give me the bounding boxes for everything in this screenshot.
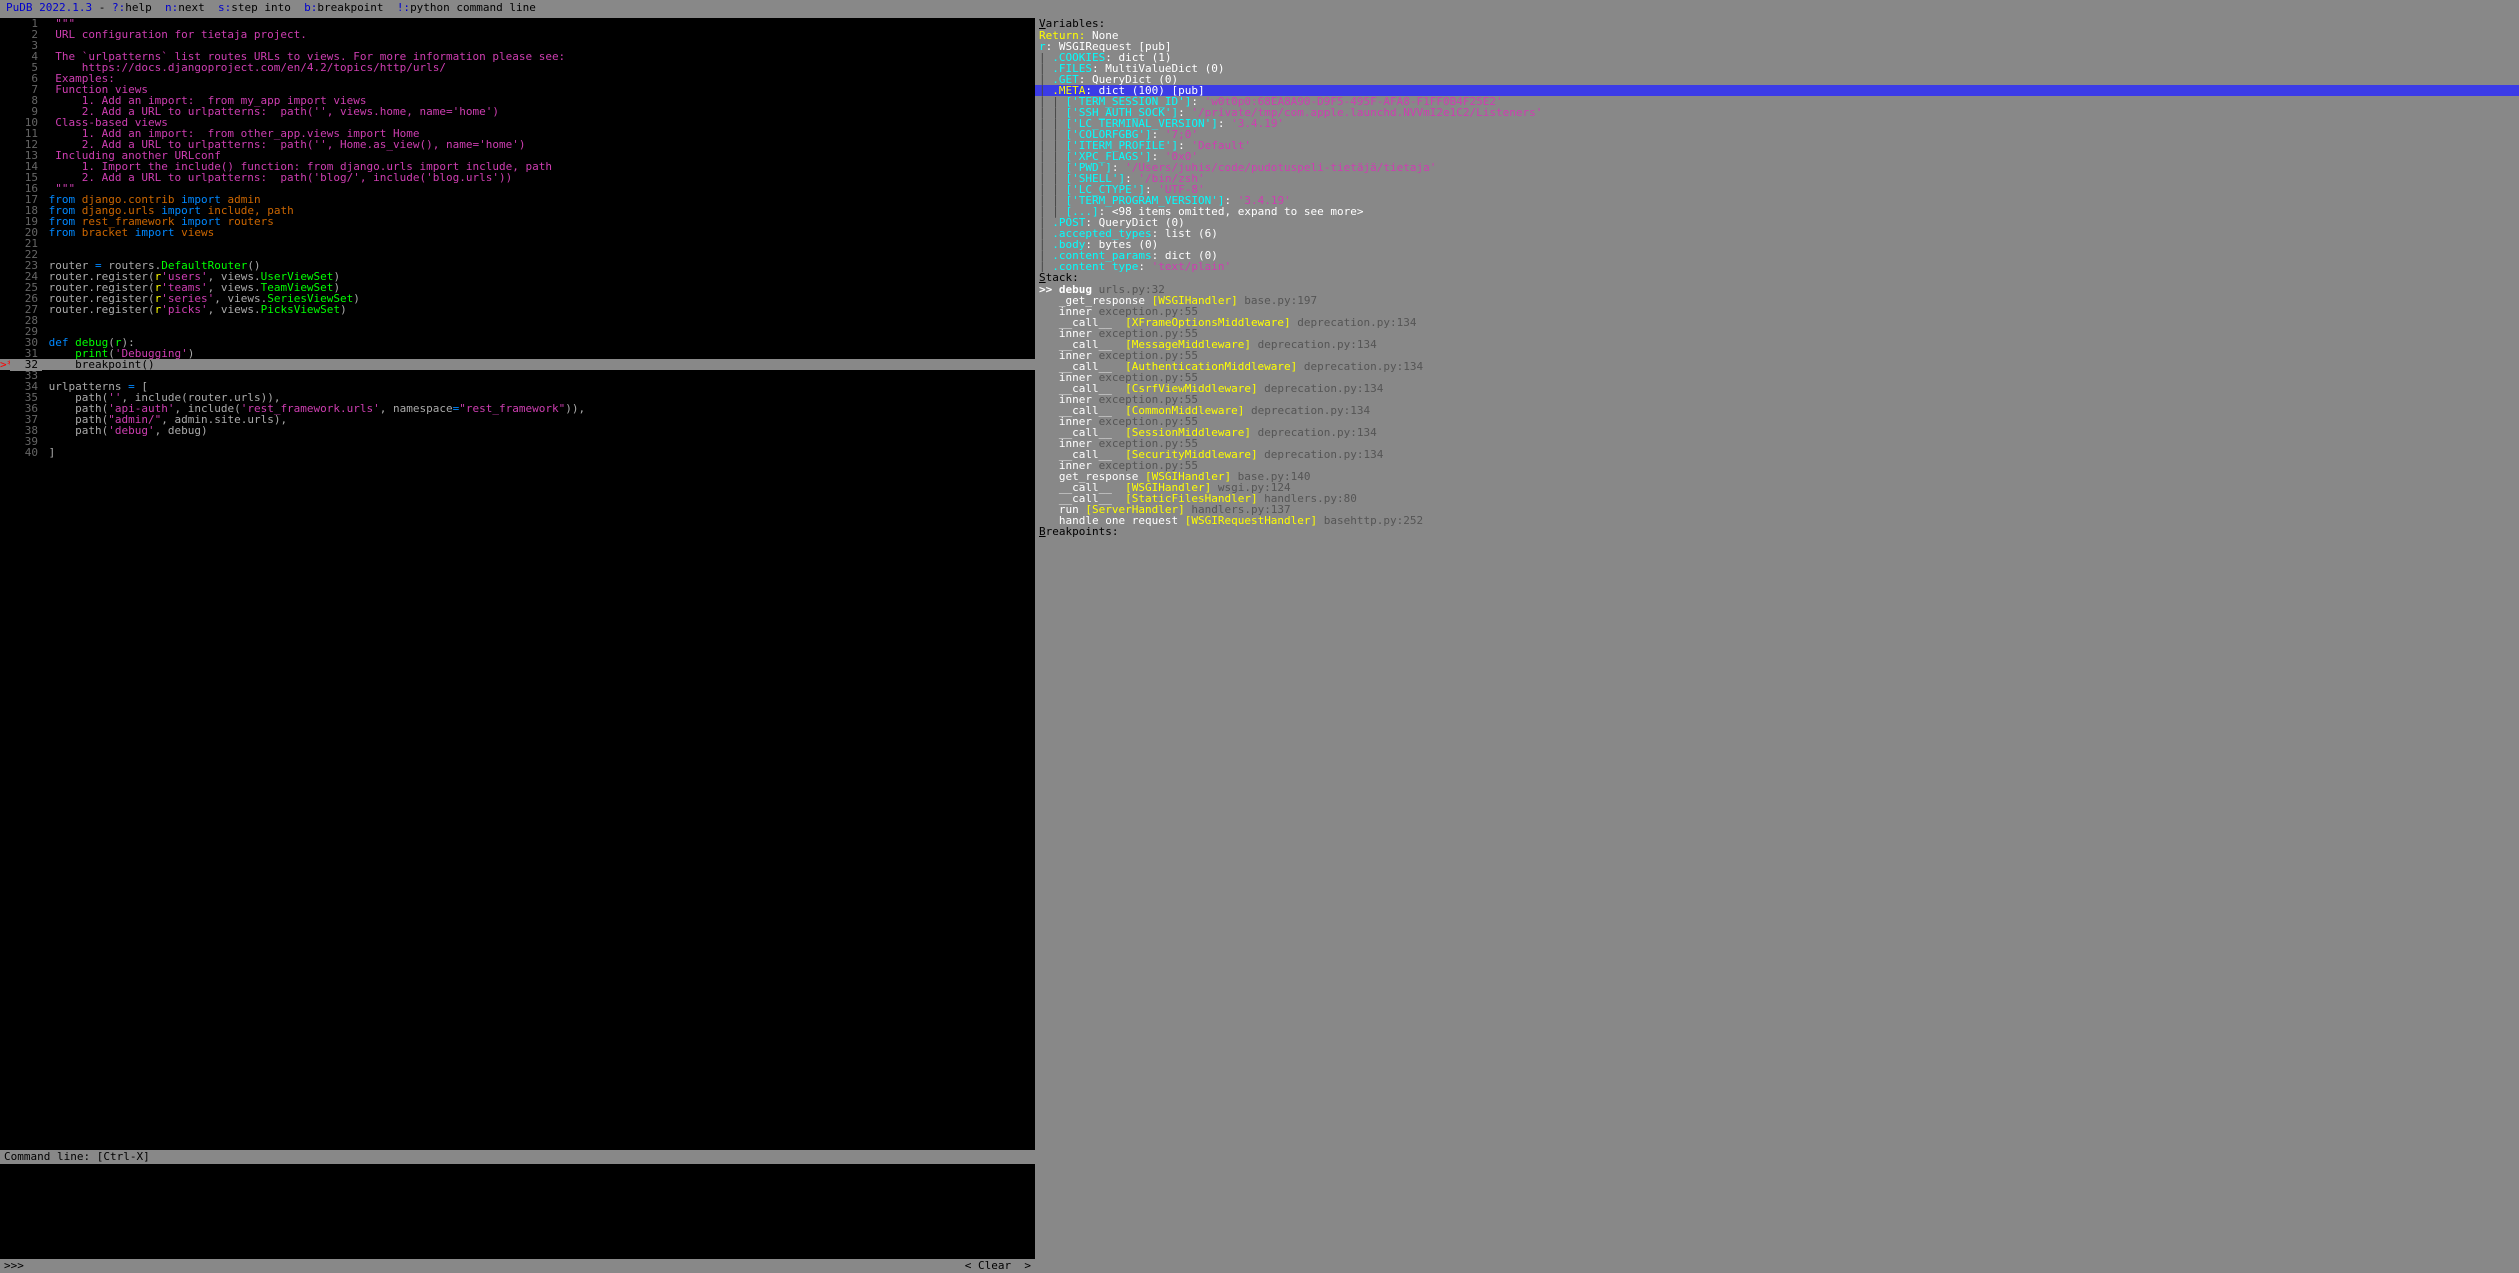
stack-frame[interactable]: _get_response [WSGIHandler] base.py:197 bbox=[1035, 295, 2519, 306]
command-line-output bbox=[0, 1164, 1035, 1259]
app-name: PuDB 2022.1.3 bbox=[6, 1, 92, 14]
breakpoints-header[interactable]: Breakpoints: bbox=[1035, 526, 2519, 538]
stack-frame[interactable]: __call__ [SecurityMiddleware] deprecatio… bbox=[1035, 449, 2519, 460]
code-line[interactable]: 28 bbox=[0, 315, 1035, 326]
line-source: URL configuration for tietaja project. bbox=[49, 28, 307, 41]
code-line[interactable]: 39 bbox=[0, 436, 1035, 447]
code-line[interactable]: 15 2. Add a URL to urlpatterns: path('bl… bbox=[0, 172, 1035, 183]
variable-row[interactable]: | .FILES: MultiValueDict (0) bbox=[1035, 63, 2519, 74]
line-source: 2. Add a URL to urlpatterns: path('blog/… bbox=[49, 171, 513, 184]
line-source: path('debug', debug) bbox=[49, 424, 208, 437]
variable-row[interactable]: | | ['ITERM_PROFILE']: 'Default' bbox=[1035, 140, 2519, 151]
variable-row[interactable]: | .GET: QueryDict (0) bbox=[1035, 74, 2519, 85]
stack-frame[interactable]: handle_one_request [WSGIRequestHandler] … bbox=[1035, 515, 2519, 526]
variable-row[interactable]: | | ['COLORFGBG']: '7;0' bbox=[1035, 129, 2519, 140]
title-bar: PuDB 2022.1.3 - ?:help n:next s:step int… bbox=[0, 0, 2519, 18]
stack-pane[interactable]: >> debug urls.py:32 _get_response [WSGIH… bbox=[1035, 284, 2519, 526]
stack-frame[interactable]: __call__ [XFrameOptionsMiddleware] depre… bbox=[1035, 317, 2519, 328]
variable-row[interactable]: r: WSGIRequest [pub] bbox=[1035, 41, 2519, 52]
variable-row[interactable]: | .content_params: dict (0) bbox=[1035, 250, 2519, 261]
command-line-prompt[interactable]: >>> bbox=[4, 1260, 965, 1272]
code-line[interactable]: 33 bbox=[0, 370, 1035, 381]
variable-row[interactable]: | | ['LC_TERMINAL_VERSION']: '3.4.19' bbox=[1035, 118, 2519, 129]
variable-row[interactable]: | .COOKIES: dict (1) bbox=[1035, 52, 2519, 63]
line-source: from bracket import views bbox=[49, 226, 215, 239]
code-line[interactable]: 29 bbox=[0, 326, 1035, 337]
variable-row[interactable]: | .accepted_types: list (6) bbox=[1035, 228, 2519, 239]
stack-frame[interactable]: __call__ [MessageMiddleware] deprecation… bbox=[1035, 339, 2519, 350]
code-line[interactable]: 6 Examples: bbox=[0, 73, 1035, 84]
line-source: router.register(r'picks', views.PicksVie… bbox=[49, 303, 347, 316]
line-source: breakpoint() bbox=[49, 358, 155, 371]
variable-row[interactable]: | | [...]: <98 items omitted, expand to … bbox=[1035, 206, 2519, 217]
variable-row[interactable]: | | ['PWD']: '/Users/juhis/code/pudotusp… bbox=[1035, 162, 2519, 173]
stack-frame[interactable]: __call__ [CsrfViewMiddleware] deprecatio… bbox=[1035, 383, 2519, 394]
variable-row[interactable]: | .content_type: 'text/plain' bbox=[1035, 261, 2519, 272]
variable-row[interactable]: | .POST: QueryDict (0) bbox=[1035, 217, 2519, 228]
code-line[interactable]: >*32 breakpoint() bbox=[0, 359, 1035, 370]
command-line-header: Command line: [Ctrl-X] bbox=[0, 1150, 1035, 1164]
code-line[interactable]: 5 https://docs.djangoproject.com/en/4.2/… bbox=[0, 62, 1035, 73]
variables-header[interactable]: Variables: bbox=[1035, 18, 2519, 30]
line-number: 40 bbox=[10, 447, 42, 459]
stack-header[interactable]: Stack: bbox=[1035, 272, 2519, 284]
code-line[interactable]: 21 bbox=[0, 238, 1035, 249]
breakpoints-pane[interactable] bbox=[1035, 538, 2519, 1273]
variable-row[interactable]: | | ['SHELL']: '/bin/zsh' bbox=[1035, 173, 2519, 184]
code-line[interactable]: 20 from bracket import views bbox=[0, 227, 1035, 238]
line-source: ] bbox=[49, 446, 56, 459]
source-code-pane[interactable]: 1 """2 URL configuration for tietaja pro… bbox=[0, 18, 1035, 1150]
variable-row[interactable]: | .body: bytes (0) bbox=[1035, 239, 2519, 250]
code-line[interactable]: 31 print('Debugging') bbox=[0, 348, 1035, 359]
code-line[interactable]: 40 ] bbox=[0, 447, 1035, 458]
stack-frame[interactable]: __call__ [SessionMiddleware] deprecation… bbox=[1035, 427, 2519, 438]
code-line[interactable]: 38 path('debug', debug) bbox=[0, 425, 1035, 436]
code-line[interactable]: 27 router.register(r'picks', views.Picks… bbox=[0, 304, 1035, 315]
variables-pane[interactable]: Return: None r: WSGIRequest [pub]| .COOK… bbox=[1035, 30, 2519, 272]
stack-frame[interactable]: __call__ [AuthenticationMiddleware] depr… bbox=[1035, 361, 2519, 372]
clear-button[interactable]: < Clear > bbox=[965, 1260, 1031, 1272]
code-line[interactable]: 2 URL configuration for tietaja project. bbox=[0, 29, 1035, 40]
stack-frame[interactable]: __call__ [CommonMiddleware] deprecation.… bbox=[1035, 405, 2519, 416]
